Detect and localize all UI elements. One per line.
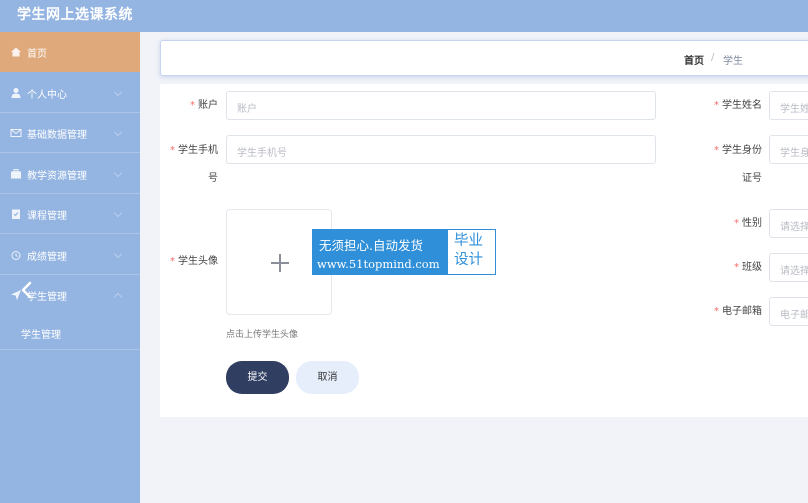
breadcrumb-separator: / [711,52,715,63]
chevron-up-icon [113,292,123,302]
gender-select[interactable]: 请选择性别 [769,209,808,238]
sidebar-item-personal-center[interactable]: 个人中心 [0,73,140,113]
sidebar-item-label: 首页 [27,49,47,60]
student-name-label: * 学生姓名 [714,100,762,111]
sidebar-item-label: 教学资源管理 [27,171,87,182]
clipboard-icon [12,209,20,219]
email-input[interactable]: 电子邮箱 [769,297,808,326]
cancel-button[interactable]: 取消 [296,361,359,394]
chevron-down-icon [113,208,123,218]
watermark-right-line1: 毕业 [454,233,483,249]
chevron-down-icon [113,87,123,97]
briefcase-icon [11,169,21,179]
watermark-right-line2: 设计 [454,252,483,268]
avatar-label: * 学生头像 [170,256,218,267]
mail-icon [10,129,22,137]
sidebar-item-label: 个人中心 [27,90,67,101]
chevron-down-icon [113,249,123,259]
phone-label: * 学生手机 [170,145,218,156]
top-bar: 学生网上选课系统 [0,0,808,32]
breadcrumb: 首页 / 学生 [160,40,808,76]
app-title: 学生网上选课系统 [17,7,133,23]
sidebar: 首页 个人中心 基础数据管理 教学资源管理 课程管理 成绩管理 学生管理 学生管… [0,32,140,503]
collapse-sidebar-icon[interactable] [20,281,34,299]
submit-button[interactable]: 提交 [226,361,289,394]
account-input[interactable]: 账户 [226,91,656,120]
sidebar-item-label: 课程管理 [27,211,67,222]
chevron-down-icon [113,127,123,137]
account-label: * 账户 [190,100,218,111]
sidebar-item-grade-management[interactable]: 成绩管理 [0,235,140,275]
id-card-label: * 学生身份 [714,145,762,156]
watermark-line1: 无须担心.自动发货 [319,238,423,253]
user-icon [11,88,21,98]
gender-label: * 性别 [734,218,762,229]
submenu-item-label: 学生管理 [21,330,61,341]
student-name-input[interactable]: 学生姓名 [769,91,808,120]
id-card-label-line2: 证号 [742,173,762,184]
watermark-url: www.51topmind.com [317,257,440,271]
sidebar-item-course-management[interactable]: 课程管理 [0,194,140,234]
chevron-down-icon [113,168,123,178]
class-label: * 班级 [734,262,762,273]
phone-input[interactable]: 学生手机号 [226,135,656,164]
phone-label-line2: 号 [208,173,218,184]
sidebar-item-teaching-resources[interactable]: 教学资源管理 [0,154,140,194]
home-icon [11,47,21,57]
submenu-item-student-management[interactable]: 学生管理 [0,317,140,350]
sidebar-item-home[interactable]: 首页 [0,32,140,72]
avatar-upload-hint: 点击上传学生头像 [226,330,299,340]
email-label: * 电子邮箱 [714,306,762,317]
watermark: 无须担心.自动发货 www.51topmind.com 毕业 设计 [312,229,496,275]
breadcrumb-current: 学生 [723,56,743,67]
sidebar-item-label: 成绩管理 [27,252,67,263]
class-select[interactable]: 请选择班级 [769,253,808,282]
sidebar-item-label: 基础数据管理 [27,130,87,141]
breadcrumb-home-link[interactable]: 首页 [684,52,704,67]
alarm-icon [11,251,21,260]
id-card-input[interactable]: 学生身份证号 [769,135,808,164]
sidebar-item-basic-data[interactable]: 基础数据管理 [0,113,140,153]
